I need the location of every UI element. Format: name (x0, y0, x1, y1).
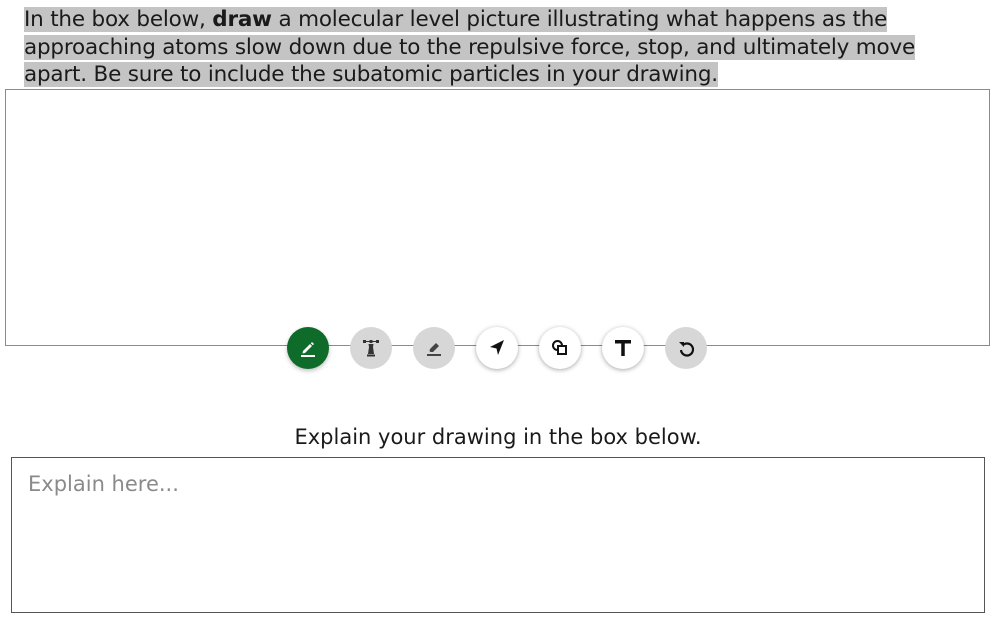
pencil-tool-button[interactable] (287, 327, 329, 369)
select-arrow-icon (486, 337, 508, 359)
prompt-text-start: In the box below, (24, 7, 213, 32)
eraser-tool-button[interactable] (413, 327, 455, 369)
highlighter-icon (360, 337, 382, 359)
shapes-tool-button[interactable] (539, 327, 581, 369)
undo-icon (675, 337, 697, 359)
pencil-icon (297, 337, 319, 359)
highlighter-tool-button[interactable] (350, 327, 392, 369)
question-prompt: In the box below, draw a molecular level… (24, 6, 944, 89)
select-tool-button[interactable] (476, 327, 518, 369)
prompt-bold-word: draw (212, 7, 272, 32)
text-tool-button[interactable] (602, 327, 644, 369)
drawing-canvas[interactable] (5, 89, 990, 346)
shapes-icon (549, 337, 571, 359)
undo-tool-button[interactable] (665, 327, 707, 369)
explain-instruction: Explain your drawing in the box below. (294, 425, 702, 449)
eraser-icon (423, 337, 445, 359)
text-tool-icon (612, 337, 634, 359)
prompt-highlight: In the box below, draw a molecular level… (24, 7, 915, 87)
explanation-textarea[interactable] (11, 457, 985, 613)
